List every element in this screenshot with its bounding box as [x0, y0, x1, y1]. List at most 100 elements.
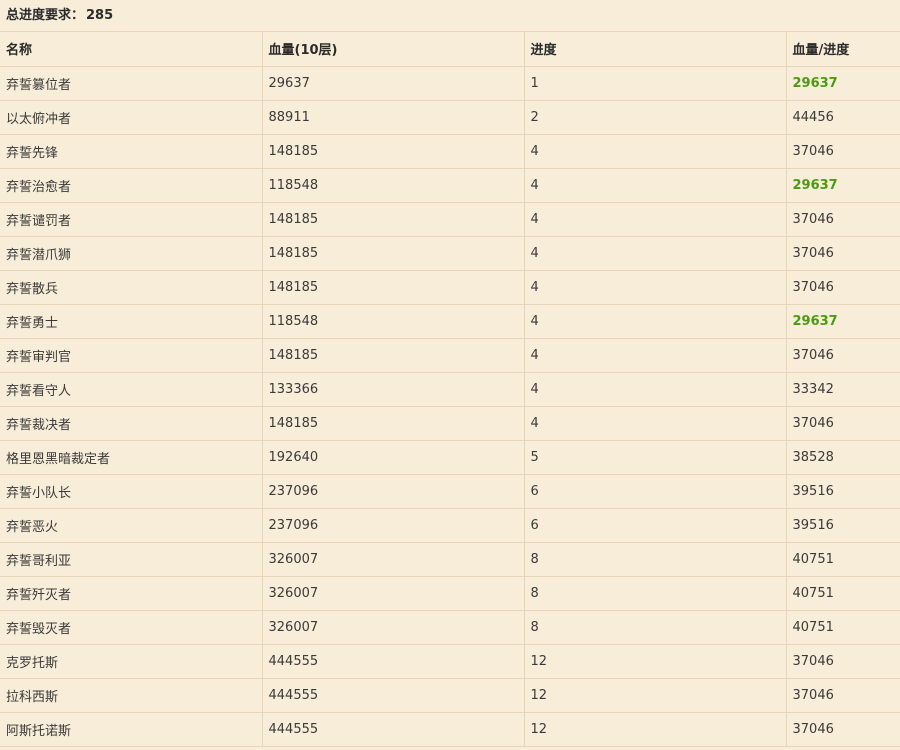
- cell-name: 弃誓小队长: [0, 474, 263, 509]
- cell-hp-per-progress: 29637: [786, 304, 900, 339]
- cell-name: 弃誓勇士: [0, 304, 263, 339]
- cell-name: 弃誓先锋: [0, 134, 263, 169]
- table-row: 弃誓看守人 133366 4 33342: [0, 372, 900, 407]
- cell-hp-per-progress: 37046: [786, 712, 900, 747]
- cell-name: 弃誓看守人: [0, 372, 263, 407]
- cell-hp-per-progress: 37046: [786, 644, 900, 679]
- table-row: 弃誓治愈者 118548 4 29637: [0, 168, 900, 203]
- cell-hp-per-progress: 29637: [786, 66, 900, 101]
- header-hp-per-progress: 血量/进度: [786, 32, 900, 67]
- cell-hp: 192640: [262, 440, 525, 475]
- cell-hp: 326007: [262, 542, 525, 577]
- total-progress-summary: 总进度要求： 285: [0, 0, 900, 32]
- table-row: 弃誓歼灭者 326007 8 40751: [0, 576, 900, 611]
- table-row: 阿斯托诺斯 444555 12 37046: [0, 712, 900, 747]
- table-row: 弃誓裁决者 148185 4 37046: [0, 406, 900, 441]
- cell-name: 弃誓篡位者: [0, 66, 263, 101]
- cell-hp-per-progress: 39516: [786, 508, 900, 543]
- cell-progress: 4: [524, 338, 787, 373]
- cell-progress: 6: [524, 508, 787, 543]
- cell-hp-per-progress: 37046: [786, 202, 900, 237]
- cell-progress: 4: [524, 168, 787, 203]
- cell-hp: 444555: [262, 712, 525, 747]
- cell-progress: 4: [524, 202, 787, 237]
- cell-name: 弃誓审判官: [0, 338, 263, 373]
- cell-progress: 4: [524, 304, 787, 339]
- table-row: 弃誓勇士 118548 4 29637: [0, 304, 900, 339]
- cell-name: 弃誓潜爪狮: [0, 236, 263, 271]
- cell-progress: 5: [524, 440, 787, 475]
- table-row: 弃誓先锋 148185 4 37046: [0, 134, 900, 169]
- table-body: 弃誓篡位者 29637 1 29637 以太俯冲者 88911 2 44456 弃誓先锋 1481…: [0, 66, 900, 747]
- cell-name: 弃誓歼灭者: [0, 576, 263, 611]
- cell-hp: 148185: [262, 236, 525, 271]
- cell-hp: 118548: [262, 304, 525, 339]
- cell-progress: 4: [524, 134, 787, 169]
- table-row: 弃誓恶火 237096 6 39516: [0, 508, 900, 543]
- table-row: 弃誓谴罚者 148185 4 37046: [0, 202, 900, 237]
- cell-hp: 148185: [262, 338, 525, 373]
- cell-hp-per-progress: 37046: [786, 270, 900, 305]
- cell-name: 弃誓散兵: [0, 270, 263, 305]
- cell-name: 弃誓恶火: [0, 508, 263, 543]
- cell-hp-per-progress: 40751: [786, 542, 900, 577]
- cell-progress: 8: [524, 576, 787, 611]
- table-row: 弃誓小队长 237096 6 39516: [0, 474, 900, 509]
- cell-hp-per-progress: 29637: [786, 168, 900, 203]
- cell-hp: 237096: [262, 508, 525, 543]
- total-progress-value: 285: [86, 8, 114, 23]
- cell-progress: 2: [524, 100, 787, 135]
- cell-progress: 12: [524, 644, 787, 679]
- cell-hp: 444555: [262, 678, 525, 713]
- progress-table-page: 总进度要求： 285 名称 血量(10层) 进度 血量/进度 弃誓篡位者 29637…: [0, 0, 900, 750]
- cell-hp: 133366: [262, 372, 525, 407]
- cell-name: 弃誓谴罚者: [0, 202, 263, 237]
- cell-hp-per-progress: 37046: [786, 678, 900, 713]
- cell-hp-per-progress: 37046: [786, 134, 900, 169]
- cell-hp: 237096: [262, 474, 525, 509]
- table-row: 克罗托斯 444555 12 37046: [0, 644, 900, 679]
- table-row: 弃誓哥利亚 326007 8 40751: [0, 542, 900, 577]
- header-name: 名称: [0, 32, 263, 67]
- cell-hp: 326007: [262, 576, 525, 611]
- cell-hp-per-progress: 40751: [786, 610, 900, 645]
- total-progress-label: 总进度要求：: [6, 8, 85, 23]
- cell-name: 格里恩黑暗裁定者: [0, 440, 263, 475]
- cell-progress: 4: [524, 236, 787, 271]
- cell-hp-per-progress: 44456: [786, 100, 900, 135]
- table-row: 以太俯冲者 88911 2 44456: [0, 100, 900, 135]
- cell-hp: 326007: [262, 610, 525, 645]
- cell-progress: 6: [524, 474, 787, 509]
- cell-hp: 118548: [262, 168, 525, 203]
- table-row: 弃誓篡位者 29637 1 29637: [0, 66, 900, 101]
- cell-name: 拉科西斯: [0, 678, 263, 713]
- cell-hp-per-progress: 39516: [786, 474, 900, 509]
- cell-progress: 4: [524, 406, 787, 441]
- cell-progress: 4: [524, 372, 787, 407]
- table-row: 拉科西斯 444555 12 37046: [0, 678, 900, 713]
- cell-name: 弃誓裁决者: [0, 406, 263, 441]
- cell-hp-per-progress: 37046: [786, 338, 900, 373]
- cell-name: 克罗托斯: [0, 644, 263, 679]
- cell-hp: 148185: [262, 134, 525, 169]
- table-row: 弃誓散兵 148185 4 37046: [0, 270, 900, 305]
- enemy-progress-table: 名称 血量(10层) 进度 血量/进度 弃誓篡位者 29637 1 29637 以太俯冲…: [0, 32, 900, 747]
- cell-hp: 29637: [262, 66, 525, 101]
- cell-hp-per-progress: 33342: [786, 372, 900, 407]
- cell-name: 弃誓治愈者: [0, 168, 263, 203]
- cell-hp-per-progress: 40751: [786, 576, 900, 611]
- table-row: 格里恩黑暗裁定者 192640 5 38528: [0, 440, 900, 475]
- cell-name: 以太俯冲者: [0, 100, 263, 135]
- cell-progress: 8: [524, 542, 787, 577]
- cell-progress: 12: [524, 712, 787, 747]
- cell-progress: 1: [524, 66, 787, 101]
- cell-hp: 148185: [262, 202, 525, 237]
- cell-hp: 88911: [262, 100, 525, 135]
- cell-hp-per-progress: 37046: [786, 406, 900, 441]
- header-hp: 血量(10层): [262, 32, 525, 67]
- cell-hp-per-progress: 37046: [786, 236, 900, 271]
- cell-progress: 4: [524, 270, 787, 305]
- cell-hp: 148185: [262, 406, 525, 441]
- cell-name: 阿斯托诺斯: [0, 712, 263, 747]
- cell-name: 弃誓毁灭者: [0, 610, 263, 645]
